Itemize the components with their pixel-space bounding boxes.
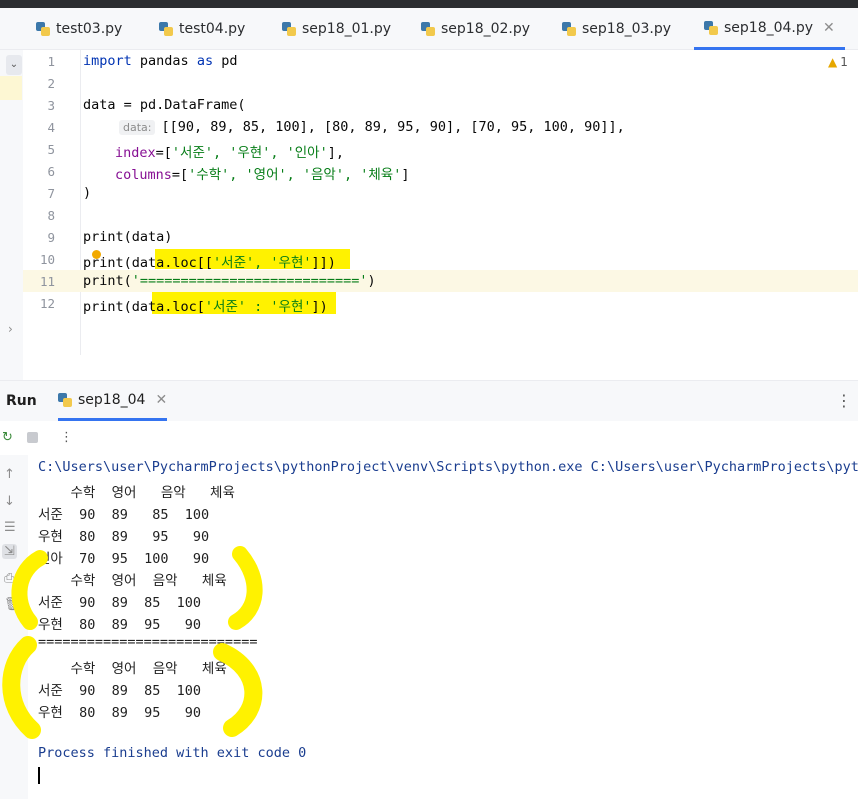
code-text: print( — [83, 273, 132, 289]
line-number: 10 — [39, 252, 55, 267]
code-text: print(data.loc[ — [83, 299, 205, 315]
console-process-finished: Process finished with exit code 0 — [38, 745, 307, 761]
code-line-1[interactable]: import pandas as pd — [83, 53, 237, 69]
tab-label: sep18_01.py — [302, 21, 392, 37]
chevron-right-icon[interactable]: › — [8, 322, 13, 336]
line-number: 5 — [47, 142, 55, 157]
tab-label: sep18_04.py — [724, 19, 814, 36]
string-literal: '===========================' — [131, 273, 368, 289]
warning-indicator[interactable]: ▲ 1 — [828, 55, 848, 69]
python-file-icon — [36, 22, 50, 36]
console-output-line: 수학 영어 음악 체육 — [38, 485, 235, 501]
code-line-7[interactable]: ) — [83, 185, 91, 201]
code-text: [[90, 89, 85, 100], [80, 89, 95, 90], [7… — [161, 119, 625, 135]
close-icon[interactable]: ✕ — [823, 20, 835, 36]
line-number: 7 — [47, 186, 55, 201]
code-text: ], — [327, 145, 344, 161]
code-line-5[interactable]: index=['서준', '우현', '인아'], — [115, 141, 344, 161]
breakpoint-marker[interactable] — [92, 250, 101, 259]
left-bracket-top — [11, 550, 48, 630]
code-text: ) — [367, 273, 376, 289]
tab-label: sep18_02.py — [441, 21, 531, 37]
code-text: pd — [213, 53, 238, 69]
chevron-down-icon[interactable]: ⌄ — [6, 55, 22, 75]
tab-sep18-03[interactable]: sep18_03.py — [562, 8, 671, 50]
rerun-icon[interactable]: ↻ — [2, 430, 13, 445]
up-arrow-icon[interactable]: ↑ — [4, 467, 15, 482]
console-cursor — [38, 767, 40, 784]
keyword: as — [196, 53, 214, 69]
right-bracket-top — [228, 546, 263, 630]
code-text: pandas — [131, 53, 197, 69]
code-line-9[interactable]: print(data) — [83, 229, 172, 245]
line-number: 6 — [47, 164, 55, 179]
line-number: 9 — [47, 230, 55, 245]
warning-icon: ▲ — [828, 55, 838, 69]
line-number: 1 — [47, 54, 55, 69]
tab-label: sep18_03.py — [582, 21, 672, 37]
console-output-line: 서준 90 89 85 100 — [38, 507, 210, 523]
stop-icon[interactable] — [27, 432, 38, 443]
python-file-icon — [562, 22, 576, 36]
window-top-bar — [0, 0, 858, 8]
tab-label: test03.py — [56, 21, 123, 37]
gutter-highlight — [0, 76, 22, 100]
tab-sep18-04[interactable]: sep18_04.py ✕ — [694, 8, 845, 50]
code-line-12[interactable]: print(data.loc['서준' : '우현']) — [83, 295, 328, 315]
run-tab-sep18-04[interactable]: sep18_04 ✕ — [58, 381, 168, 421]
code-text: ]]) — [311, 255, 336, 271]
python-file-icon — [282, 22, 296, 36]
code-line-10[interactable]: print(data.loc[['서준', '우현']]) — [83, 251, 336, 271]
line-number: 11 — [39, 274, 55, 289]
tab-sep18-01[interactable]: sep18_01.py — [282, 8, 391, 50]
code-text: =[ — [155, 145, 172, 161]
string-literal: '서준' : '우현' — [204, 299, 312, 315]
code-text: =[ — [171, 167, 189, 183]
right-bracket-bottom — [213, 643, 263, 737]
down-arrow-icon[interactable]: ↓ — [4, 494, 15, 509]
param-name: columns — [115, 167, 172, 183]
soft-wrap-icon[interactable]: ☰ — [4, 520, 16, 535]
close-icon[interactable]: ✕ — [155, 392, 167, 408]
line-number: 12 — [39, 296, 55, 311]
line-number: 3 — [47, 98, 55, 113]
line-number: 4 — [47, 120, 55, 135]
code-line-11[interactable]: print('===========================') — [83, 273, 376, 289]
python-file-icon — [421, 22, 435, 36]
code-text: ] — [401, 167, 410, 183]
python-file-icon — [58, 392, 72, 407]
keyword: import — [83, 53, 132, 69]
string-literal: '수학', '영어', '음악', '체육' — [188, 167, 402, 183]
run-toolbar: ↻ ⋮ — [0, 421, 858, 455]
run-panel-header: Run sep18_04 ✕ ⋮ — [0, 381, 858, 421]
string-literal: '서준', '우현', '인아' — [171, 145, 328, 161]
left-bracket-bottom — [2, 636, 41, 739]
line-number: 2 — [47, 76, 55, 91]
string-literal: '서준', '우현' — [213, 255, 312, 271]
param-name: index — [115, 145, 156, 161]
tab-sep18-02[interactable]: sep18_02.py — [421, 8, 530, 50]
python-file-icon — [159, 22, 173, 36]
python-file-icon — [704, 20, 718, 35]
code-text: print(data.loc[[ — [83, 255, 214, 271]
more-vertical-icon[interactable]: ⋮ — [836, 391, 852, 410]
editor-tab-bar: test03.py test04.py sep18_01.py sep18_02… — [0, 8, 858, 50]
code-line-6[interactable]: columns=['수학', '영어', '음악', '체육'] — [115, 163, 409, 183]
yellow-bracket-annotations — [2, 546, 263, 739]
code-line-3[interactable]: data = pd.DataFrame( — [83, 97, 246, 113]
more-vertical-icon[interactable]: ⋮ — [60, 430, 73, 445]
tab-test03[interactable]: test03.py — [36, 8, 122, 50]
parameter-hint: data: — [119, 120, 156, 135]
run-panel-title: Run — [6, 393, 37, 409]
warning-count: 1 — [840, 55, 848, 69]
tab-label: test04.py — [179, 21, 246, 37]
code-text: ]) — [311, 299, 328, 315]
line-number: 8 — [47, 208, 55, 223]
code-line-4[interactable]: data: [[90, 89, 85, 100], [80, 89, 95, 90… — [119, 119, 625, 135]
console-command-line: C:\Users\user\PycharmProjects\pythonProj… — [38, 459, 858, 475]
run-tab-label: sep18_04 — [78, 391, 146, 408]
tab-test04[interactable]: test04.py — [159, 8, 245, 50]
